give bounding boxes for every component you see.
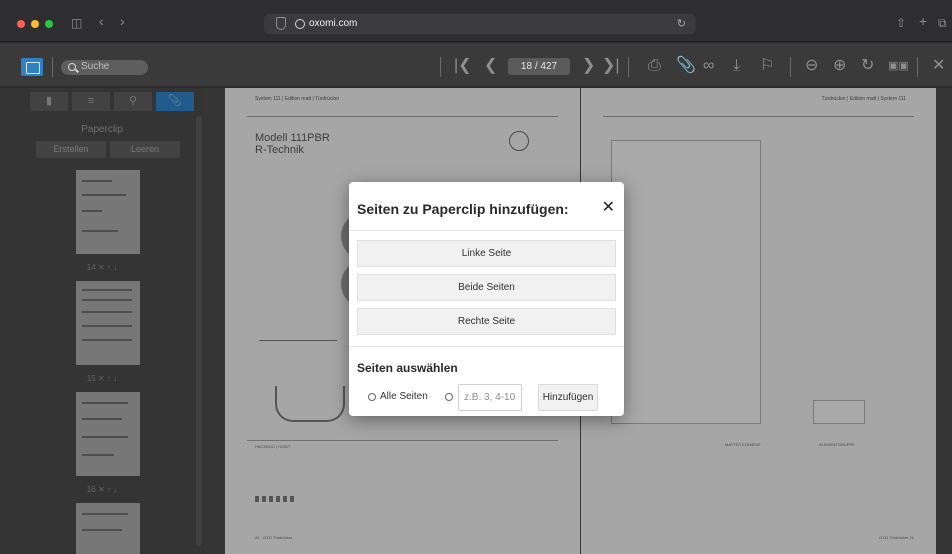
zoom-out-icon[interactable]: ⊖ (805, 56, 818, 76)
browser-window: ◫ ‹ › oxomi.com ↻ ⇧ + ⧉ Suche |❮ ❮ 18 / … (0, 0, 952, 554)
forward-icon[interactable]: › (120, 14, 125, 28)
page-range-radio[interactable] (445, 393, 453, 401)
share-icon[interactable]: ⇧ (896, 16, 906, 30)
dialog-title: Seiten zu Paperclip hinzufügen: (357, 201, 569, 217)
print-icon[interactable]: ⎙ (648, 56, 661, 76)
page-range-input[interactable]: z.B. 3, 4-10 (458, 384, 522, 411)
add-to-paperclip-dialog: Seiten zu Paperclip hinzufügen: ✕ Linke … (349, 182, 624, 416)
address-bar[interactable]: oxomi.com ↻ (264, 14, 696, 34)
paperclip-icon[interactable]: 📎 (676, 56, 696, 76)
zoom-in-icon[interactable]: ⊕ (833, 56, 846, 76)
toolbar-divider (440, 57, 441, 77)
download-icon[interactable]: ⤓ (733, 56, 740, 76)
new-tab-icon[interactable]: + (919, 14, 927, 28)
tabs-overview-icon[interactable]: ⧉ (938, 16, 947, 30)
minimize-window-button[interactable] (31, 20, 39, 28)
close-viewer-icon[interactable]: ✕ (932, 56, 945, 76)
next-page-icon[interactable]: ❯ (582, 56, 595, 76)
first-page-icon[interactable]: |❮ (454, 56, 472, 76)
link-icon[interactable]: ∞ (703, 56, 714, 76)
select-pages-heading: Seiten auswählen (357, 361, 458, 375)
page-indicator[interactable]: 18 / 427 (508, 58, 570, 75)
back-icon[interactable]: ‹ (99, 14, 104, 28)
search-icon (68, 63, 76, 71)
toolbar-divider (52, 57, 53, 77)
browser-titlebar: ◫ ‹ › oxomi.com ↻ ⇧ + ⧉ (0, 0, 952, 42)
shield-icon (276, 17, 286, 30)
double-page-icon[interactable]: ▣▣ (888, 56, 909, 76)
dialog-divider (349, 346, 624, 347)
rotate-icon[interactable]: ↻ (861, 56, 874, 76)
both-pages-button[interactable]: Beide Seiten (357, 274, 616, 301)
close-icon[interactable]: ✕ (602, 199, 615, 217)
sidebar-icon[interactable]: ◫ (71, 16, 82, 30)
reload-icon[interactable]: ↻ (677, 17, 686, 30)
last-page-icon[interactable]: ❯| (602, 56, 620, 76)
search-input[interactable]: Suche (61, 60, 148, 75)
previous-page-icon[interactable]: ❮ (484, 56, 497, 76)
toolbar-divider (917, 57, 918, 77)
sidebar-toggle-button[interactable] (21, 58, 43, 76)
url-text: oxomi.com (309, 18, 358, 29)
all-pages-label[interactable]: Alle Seiten (380, 391, 428, 402)
toolbar-divider (628, 57, 629, 77)
close-window-button[interactable] (17, 20, 25, 28)
announce-icon[interactable]: ⚐ (760, 56, 774, 76)
viewer-toolbar: Suche |❮ ❮ 18 / 427 ❯ ❯| ⎙ 📎 ∞ ⤓ ⚐ ⊖ ⊕ ↻… (0, 43, 952, 87)
dialog-divider (349, 230, 624, 231)
all-pages-radio[interactable] (368, 393, 376, 401)
zoom-window-button[interactable] (45, 20, 53, 28)
add-button[interactable]: Hinzufügen (538, 384, 598, 411)
globe-icon (295, 19, 305, 29)
toolbar-divider (790, 57, 791, 77)
search-placeholder: Suche (81, 61, 110, 72)
left-page-button[interactable]: Linke Seite (357, 240, 616, 267)
right-page-button[interactable]: Rechte Seite (357, 308, 616, 335)
